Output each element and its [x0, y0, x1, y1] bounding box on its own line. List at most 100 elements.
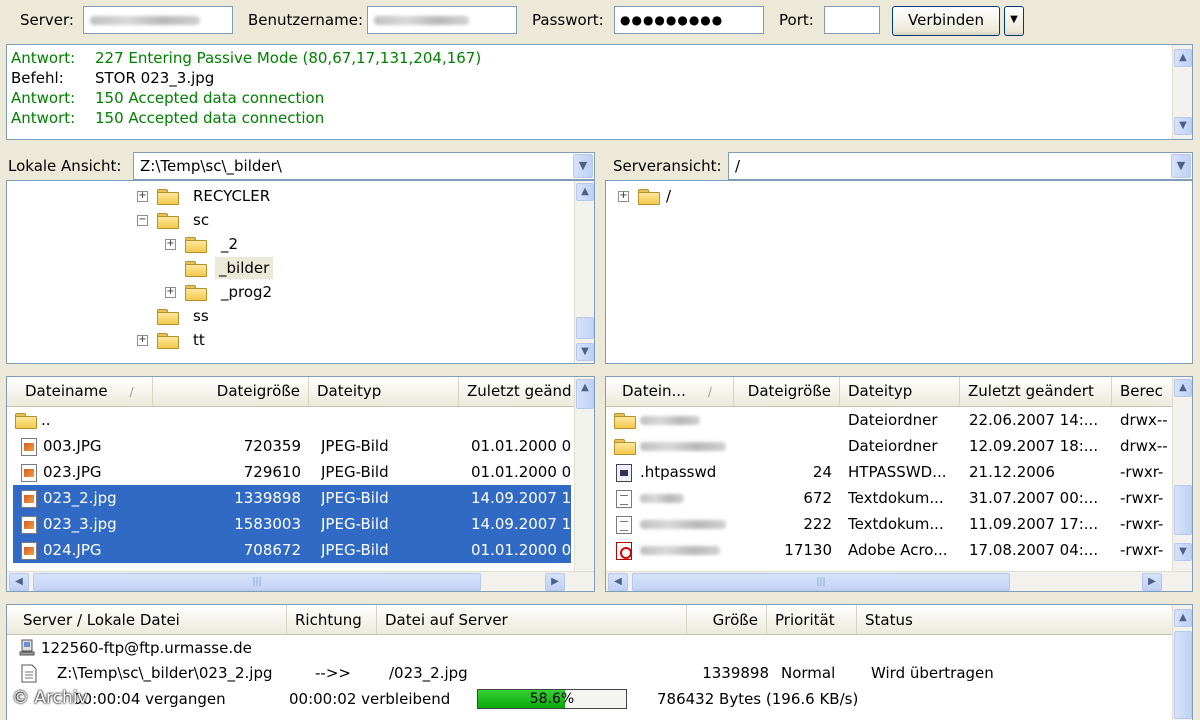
server-file-row[interactable]: Dateiordner 12.09.2007 18:... drwx--	[606, 433, 1172, 459]
folder-icon	[185, 261, 207, 277]
username-label: Benutzername:	[248, 11, 364, 29]
scroll-up-icon[interactable]: ▲	[1174, 609, 1192, 627]
scroll-thumb[interactable]	[576, 317, 594, 339]
file-size: 17130	[784, 541, 832, 559]
file-modified: 22.06.2007 14:...	[969, 411, 1099, 429]
column-header-type[interactable]: Dateityp	[309, 377, 459, 406]
local-path-combo[interactable]: Z:\Temp\sc\_bilder\ ▼	[133, 152, 595, 180]
file-modified: 01.01.2000 0	[471, 541, 571, 559]
file-type: JPEG-Bild	[321, 489, 389, 507]
server-path-dropdown-icon[interactable]: ▼	[1171, 154, 1191, 178]
log-line-kind: Antwort:	[11, 49, 76, 67]
server-files-hscrollbar[interactable]: ◀ ||| ▶	[606, 571, 1192, 591]
scroll-thumb[interactable]: |||	[33, 573, 481, 591]
column-header-status[interactable]: Status	[857, 605, 1172, 635]
column-header-remote-file[interactable]: Datei auf Server	[377, 605, 687, 635]
column-header-name[interactable]: Dateiname /	[7, 377, 153, 406]
local-files-hscrollbar[interactable]: ◀ ||| ▶	[7, 571, 594, 591]
expand-icon[interactable]: +	[165, 287, 176, 298]
queue-scrollbar[interactable]: ▲	[1172, 605, 1192, 720]
log-line-text: 227 Entering Passive Mode (80,67,17,131,…	[95, 49, 482, 67]
scroll-thumb[interactable]	[1174, 485, 1192, 535]
file-type: Adobe Acro...	[848, 541, 948, 559]
file-row[interactable]: 023_2.jpg 1339898 JPEG-Bild 14.09.2007 1	[13, 485, 571, 511]
file-perm: -rwxr-	[1120, 463, 1164, 481]
file-row[interactable]: 023.JPG 729610 JPEG-Bild 01.01.2000 0	[13, 459, 571, 485]
scroll-down-icon[interactable]: ▼	[1174, 117, 1192, 135]
collapse-icon[interactable]: −	[137, 215, 148, 226]
file-type: HTPASSWD...	[848, 463, 947, 481]
server-file-list: Datein... / Dateigröße Dateityp Zuletzt g…	[605, 376, 1193, 592]
folder-icon	[614, 439, 636, 455]
scroll-right-icon[interactable]: ▶	[1142, 573, 1162, 591]
scroll-up-icon[interactable]: ▲	[576, 379, 594, 409]
file-size: 24	[812, 463, 832, 481]
local-tree-scrollbar[interactable]: ▲ ▼	[574, 181, 594, 363]
column-header-local-file[interactable]: Server / Lokale Datei	[15, 605, 287, 635]
scroll-thumb[interactable]	[1174, 631, 1192, 719]
tree-node-label: sc	[193, 211, 210, 229]
queue-server-row[interactable]: 122560-ftp@ftp.urmasse.de	[15, 636, 615, 661]
file-name: .htpasswd	[640, 463, 717, 481]
scroll-thumb[interactable]: |||	[632, 573, 1010, 591]
server-file-row[interactable]: 222 Textdokum... 11.09.2007 17:... -rwxr-	[606, 511, 1172, 537]
column-header-size[interactable]: Dateigröße	[153, 377, 309, 406]
scroll-down-icon[interactable]: ▼	[1174, 543, 1192, 561]
server-file-row[interactable]: 672 Textdokum... 31.07.2007 00:... -rwxr-	[606, 485, 1172, 511]
server-files-scrollbar[interactable]: ▲ ▼	[1172, 377, 1192, 591]
username-input[interactable]	[367, 6, 517, 34]
column-header-size[interactable]: Größe	[687, 605, 767, 635]
scroll-left-icon[interactable]: ◀	[9, 573, 29, 591]
text-file-icon	[616, 490, 632, 508]
tree-node-label: RECYCLER	[193, 187, 271, 205]
column-header-modified[interactable]: Zuletzt geändert	[960, 377, 1112, 406]
password-input[interactable]: ●●●●●●●●●	[614, 6, 764, 34]
column-header-direction[interactable]: Richtung	[287, 605, 377, 635]
file-row[interactable]: 023_3.jpg 1583003 JPEG-Bild 14.09.2007 1	[13, 511, 571, 537]
message-log: Antwort: 227 Entering Passive Mode (80,67…	[6, 44, 1193, 140]
server-path-combo[interactable]: / ▼	[728, 152, 1193, 180]
column-header-size[interactable]: Dateigröße	[734, 377, 840, 406]
quickconnect-dropdown-button[interactable]: ▼	[1004, 6, 1024, 36]
server-input[interactable]	[83, 6, 233, 34]
port-label: Port:	[779, 11, 814, 29]
connect-button[interactable]: Verbinden	[892, 6, 1000, 36]
column-header-name[interactable]: Datein... /	[606, 377, 734, 406]
log-scrollbar[interactable]: ▲ ▼	[1172, 45, 1192, 139]
scroll-down-icon[interactable]: ▼	[576, 343, 594, 361]
expand-icon[interactable]: +	[137, 191, 148, 202]
redacted-file-name	[640, 494, 684, 503]
scroll-right-icon[interactable]: ▶	[545, 573, 565, 591]
folder-icon	[157, 189, 179, 205]
scroll-up-icon[interactable]: ▲	[1174, 49, 1192, 67]
expand-icon[interactable]: +	[137, 335, 148, 346]
server-path-text: /	[735, 157, 741, 175]
queue-status: Wird übertragen	[871, 664, 994, 682]
redacted-file-name	[640, 416, 700, 425]
file-row[interactable]: 024.JPG 708672 JPEG-Bild 01.01.2000 0	[13, 537, 571, 563]
local-files-scrollbar[interactable]: ▲	[574, 377, 594, 591]
scroll-left-icon[interactable]: ◀	[608, 573, 628, 591]
file-row[interactable]: 003.JPG 720359 JPEG-Bild 01.01.2000 0	[13, 433, 571, 459]
port-input[interactable]	[824, 6, 880, 34]
column-header-permissions[interactable]: Berec	[1112, 377, 1174, 406]
parent-directory-row[interactable]: ..	[7, 407, 571, 433]
scroll-up-icon[interactable]: ▲	[576, 183, 594, 201]
config-file-icon	[616, 464, 632, 482]
image-file-icon	[21, 542, 37, 560]
local-path-dropdown-icon[interactable]: ▼	[573, 154, 593, 178]
server-file-row[interactable]: .htpasswd 24 HTPASSWD... 21.12.2006 -rwxr-	[606, 459, 1172, 485]
scroll-up-icon[interactable]: ▲	[1174, 379, 1192, 397]
server-file-row[interactable]: 17130 Adobe Acro... 17.08.2007 04:... -rwxr…	[606, 537, 1172, 563]
file-modified: 01.01.2000 0	[471, 463, 571, 481]
server-file-row[interactable]: Dateiordner 22.06.2007 14:... drwx--	[606, 407, 1172, 433]
column-header-type[interactable]: Dateityp	[840, 377, 960, 406]
expand-icon[interactable]: +	[618, 191, 629, 202]
tree-node-root[interactable]: + /	[616, 185, 716, 207]
column-header-priority[interactable]: Priorität	[767, 605, 857, 635]
text-file-icon	[616, 516, 632, 534]
queue-transfer-row[interactable]: Z:\Temp\sc\_bilder\023_2.jpg -->> /023_2…	[15, 661, 1165, 686]
column-header-modified[interactable]: Zuletzt geänd	[459, 377, 576, 406]
image-file-icon	[21, 490, 37, 508]
expand-icon[interactable]: +	[165, 239, 176, 250]
